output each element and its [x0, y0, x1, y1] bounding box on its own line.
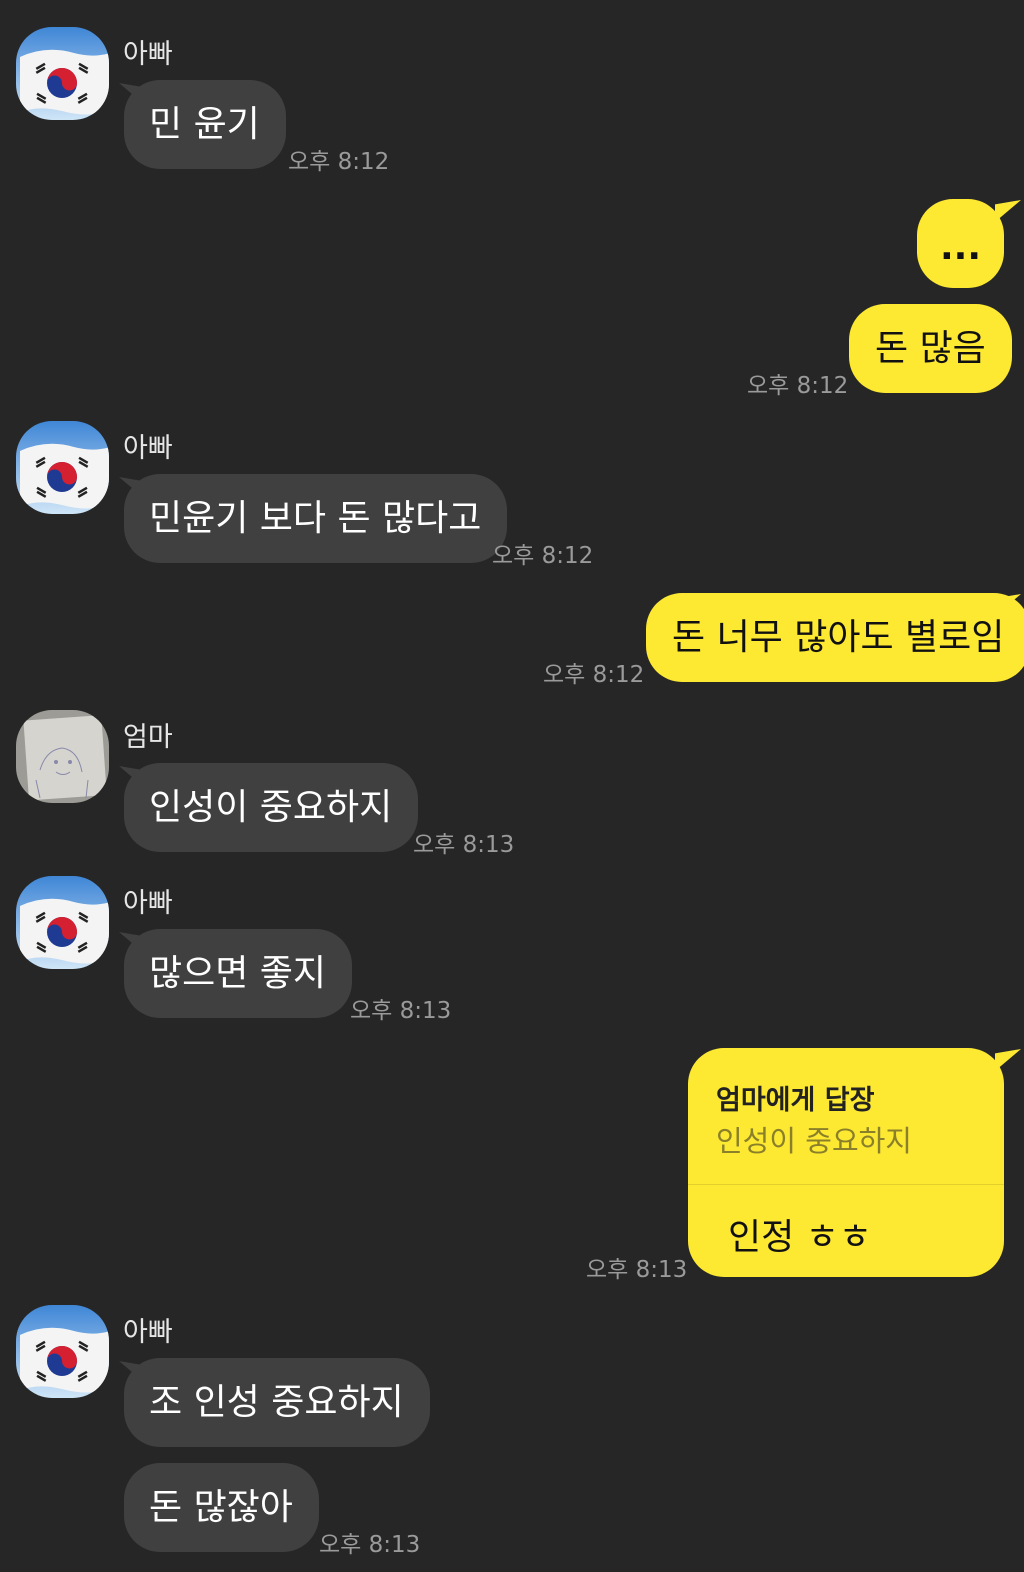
bubble-tail — [995, 1049, 1021, 1071]
sender-name: 아빠 — [123, 39, 173, 70]
reply-label: 엄마에게 답장 — [716, 1085, 875, 1116]
avatar[interactable] — [16, 421, 109, 514]
my-message-bubble[interactable]: 돈 너무 많아도 별로임 — [646, 593, 1024, 682]
sender-name: 아빠 — [123, 433, 173, 464]
avatar[interactable] — [16, 1305, 109, 1398]
korean-flag-icon — [16, 1305, 109, 1398]
reply-text: 인정 ㅎㅎ — [728, 1217, 872, 1258]
message-time: 오후 8:12 — [492, 543, 594, 569]
avatar[interactable] — [16, 27, 109, 120]
reply-quote[interactable]: 인성이 중요하지 — [716, 1118, 912, 1160]
message-bubble[interactable]: 조 인성 중요하지 — [124, 1358, 430, 1447]
korean-flag-icon — [16, 876, 109, 969]
avatar[interactable] — [16, 710, 109, 803]
korean-flag-icon — [16, 27, 109, 120]
sender-name: 엄마 — [123, 722, 173, 753]
message-time: 오후 8:12 — [543, 662, 645, 688]
my-message-bubble[interactable]: 돈 많음 — [849, 304, 1012, 393]
message-time: 오후 8:13 — [413, 832, 515, 858]
reply-divider — [688, 1184, 1004, 1185]
message-bubble[interactable]: 민 윤기 — [124, 80, 286, 169]
message-time: 오후 8:12 — [288, 149, 390, 175]
message-time: 오후 8:13 — [586, 1257, 688, 1283]
avatar[interactable] — [16, 876, 109, 969]
message-bubble[interactable]: 인성이 중요하지 — [124, 763, 419, 852]
drawing-avatar-icon — [16, 710, 109, 803]
my-message-bubble[interactable]: ... — [917, 199, 1004, 288]
message-bubble[interactable]: 민윤기 보다 돈 많다고 — [124, 474, 508, 563]
message-time: 오후 8:12 — [747, 373, 849, 399]
korean-flag-icon — [16, 421, 109, 514]
sender-name: 아빠 — [123, 888, 173, 919]
message-time: 오후 8:13 — [319, 1532, 421, 1558]
message-bubble[interactable]: 돈 많잖아 — [124, 1463, 319, 1552]
reply-message-bubble[interactable]: 엄마에게 답장 인성이 중요하지 인정 ㅎㅎ — [688, 1048, 1004, 1277]
sender-name: 아빠 — [123, 1317, 173, 1348]
message-bubble[interactable]: 많으면 좋지 — [124, 929, 353, 1018]
message-time: 오후 8:13 — [350, 998, 452, 1024]
